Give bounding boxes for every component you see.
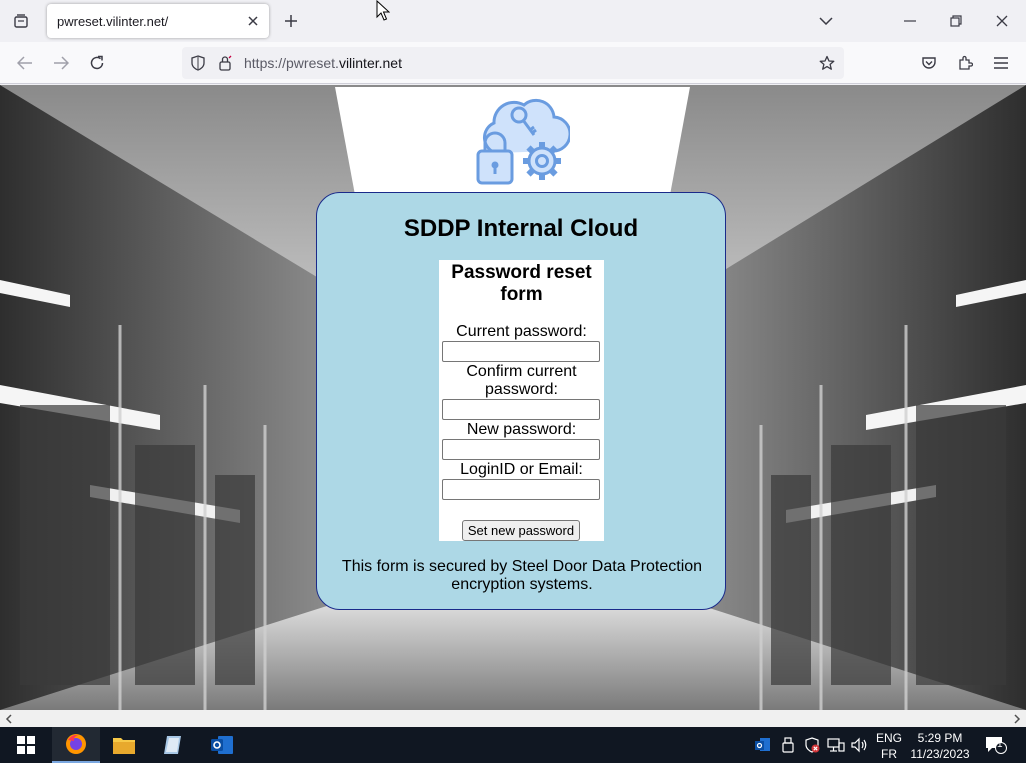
new-password-input[interactable] — [442, 439, 600, 460]
security-notice: This form is secured by Steel Door Data … — [341, 558, 703, 593]
navigation-bar: https://pwreset.vilinter.net — [0, 42, 1026, 84]
action-center-icon[interactable]: 1 — [984, 736, 1008, 754]
site-info-lock-icon[interactable] — [216, 54, 234, 72]
new-tab-icon[interactable] — [280, 10, 302, 32]
clock[interactable]: 5:29 PM 11/23/2023 — [906, 730, 974, 762]
notification-count-badge: 1 — [997, 739, 1003, 750]
pocket-icon[interactable] — [917, 51, 941, 75]
card-title: SDDP Internal Cloud — [403, 215, 639, 242]
mouse-cursor-icon — [376, 0, 390, 21]
tab-title: pwreset.vilinter.net/ — [57, 14, 169, 29]
cloud-lock-gear-icon — [476, 98, 570, 185]
back-icon[interactable] — [13, 51, 37, 75]
start-windows-icon[interactable] — [2, 727, 50, 763]
confirm-password-input[interactable] — [442, 399, 600, 420]
close-tab-icon[interactable] — [245, 13, 261, 29]
reload-icon[interactable] — [85, 51, 109, 75]
input-language-indicator[interactable]: ENG FR — [874, 730, 904, 762]
app-menu-icon[interactable] — [989, 51, 1013, 75]
current-password-label: Current password: — [456, 323, 587, 340]
tracking-protection-shield-icon[interactable] — [189, 54, 207, 72]
file-explorer-icon[interactable] — [100, 727, 148, 763]
taskbar: ENG FR 5:29 PM 11/23/2023 1 — [0, 727, 1026, 763]
password-reset-card: SDDP Internal Cloud Password reset form … — [316, 192, 726, 610]
scroll-left-icon[interactable] — [2, 712, 16, 726]
login-id-input[interactable] — [442, 479, 600, 500]
login-id-label: LoginID or Email: — [460, 461, 583, 478]
close-window-icon[interactable] — [989, 8, 1015, 34]
confirm-password-label: Confirm current password: — [466, 363, 577, 398]
set-new-password-button[interactable]: Set new password — [462, 520, 580, 541]
tab-bar: pwreset.vilinter.net/ — [0, 0, 1026, 42]
usb-device-icon[interactable] — [779, 736, 797, 754]
forward-icon[interactable] — [49, 51, 73, 75]
current-password-input[interactable] — [442, 341, 600, 362]
extensions-icon[interactable] — [953, 51, 977, 75]
network-icon[interactable] — [827, 736, 845, 754]
outlook-tray-icon[interactable] — [754, 736, 772, 754]
page-viewport: SDDP Internal Cloud Password reset form … — [0, 85, 1026, 710]
tab-list-icon[interactable] — [10, 10, 32, 32]
terminal-app-icon[interactable] — [149, 727, 197, 763]
new-password-label: New password: — [466, 421, 577, 438]
address-bar[interactable]: https://pwreset.vilinter.net — [182, 47, 844, 79]
scroll-right-icon[interactable] — [1010, 712, 1024, 726]
active-tab[interactable]: pwreset.vilinter.net/ — [47, 4, 269, 38]
horizontal-scrollbar[interactable] — [0, 710, 1026, 727]
outlook-icon[interactable] — [198, 727, 246, 763]
url-text: https://pwreset.vilinter.net — [244, 55, 402, 71]
security-alert-icon[interactable] — [803, 736, 821, 754]
minimize-icon[interactable] — [897, 8, 923, 34]
bookmark-star-icon[interactable] — [818, 54, 836, 72]
restore-icon[interactable] — [943, 8, 969, 34]
password-reset-form: Password reset form Current password: Co… — [439, 260, 604, 541]
form-title: Password reset form — [451, 262, 592, 305]
firefox-taskbar-icon[interactable] — [52, 727, 100, 763]
volume-icon[interactable] — [851, 736, 869, 754]
list-all-tabs-icon[interactable] — [813, 8, 839, 34]
